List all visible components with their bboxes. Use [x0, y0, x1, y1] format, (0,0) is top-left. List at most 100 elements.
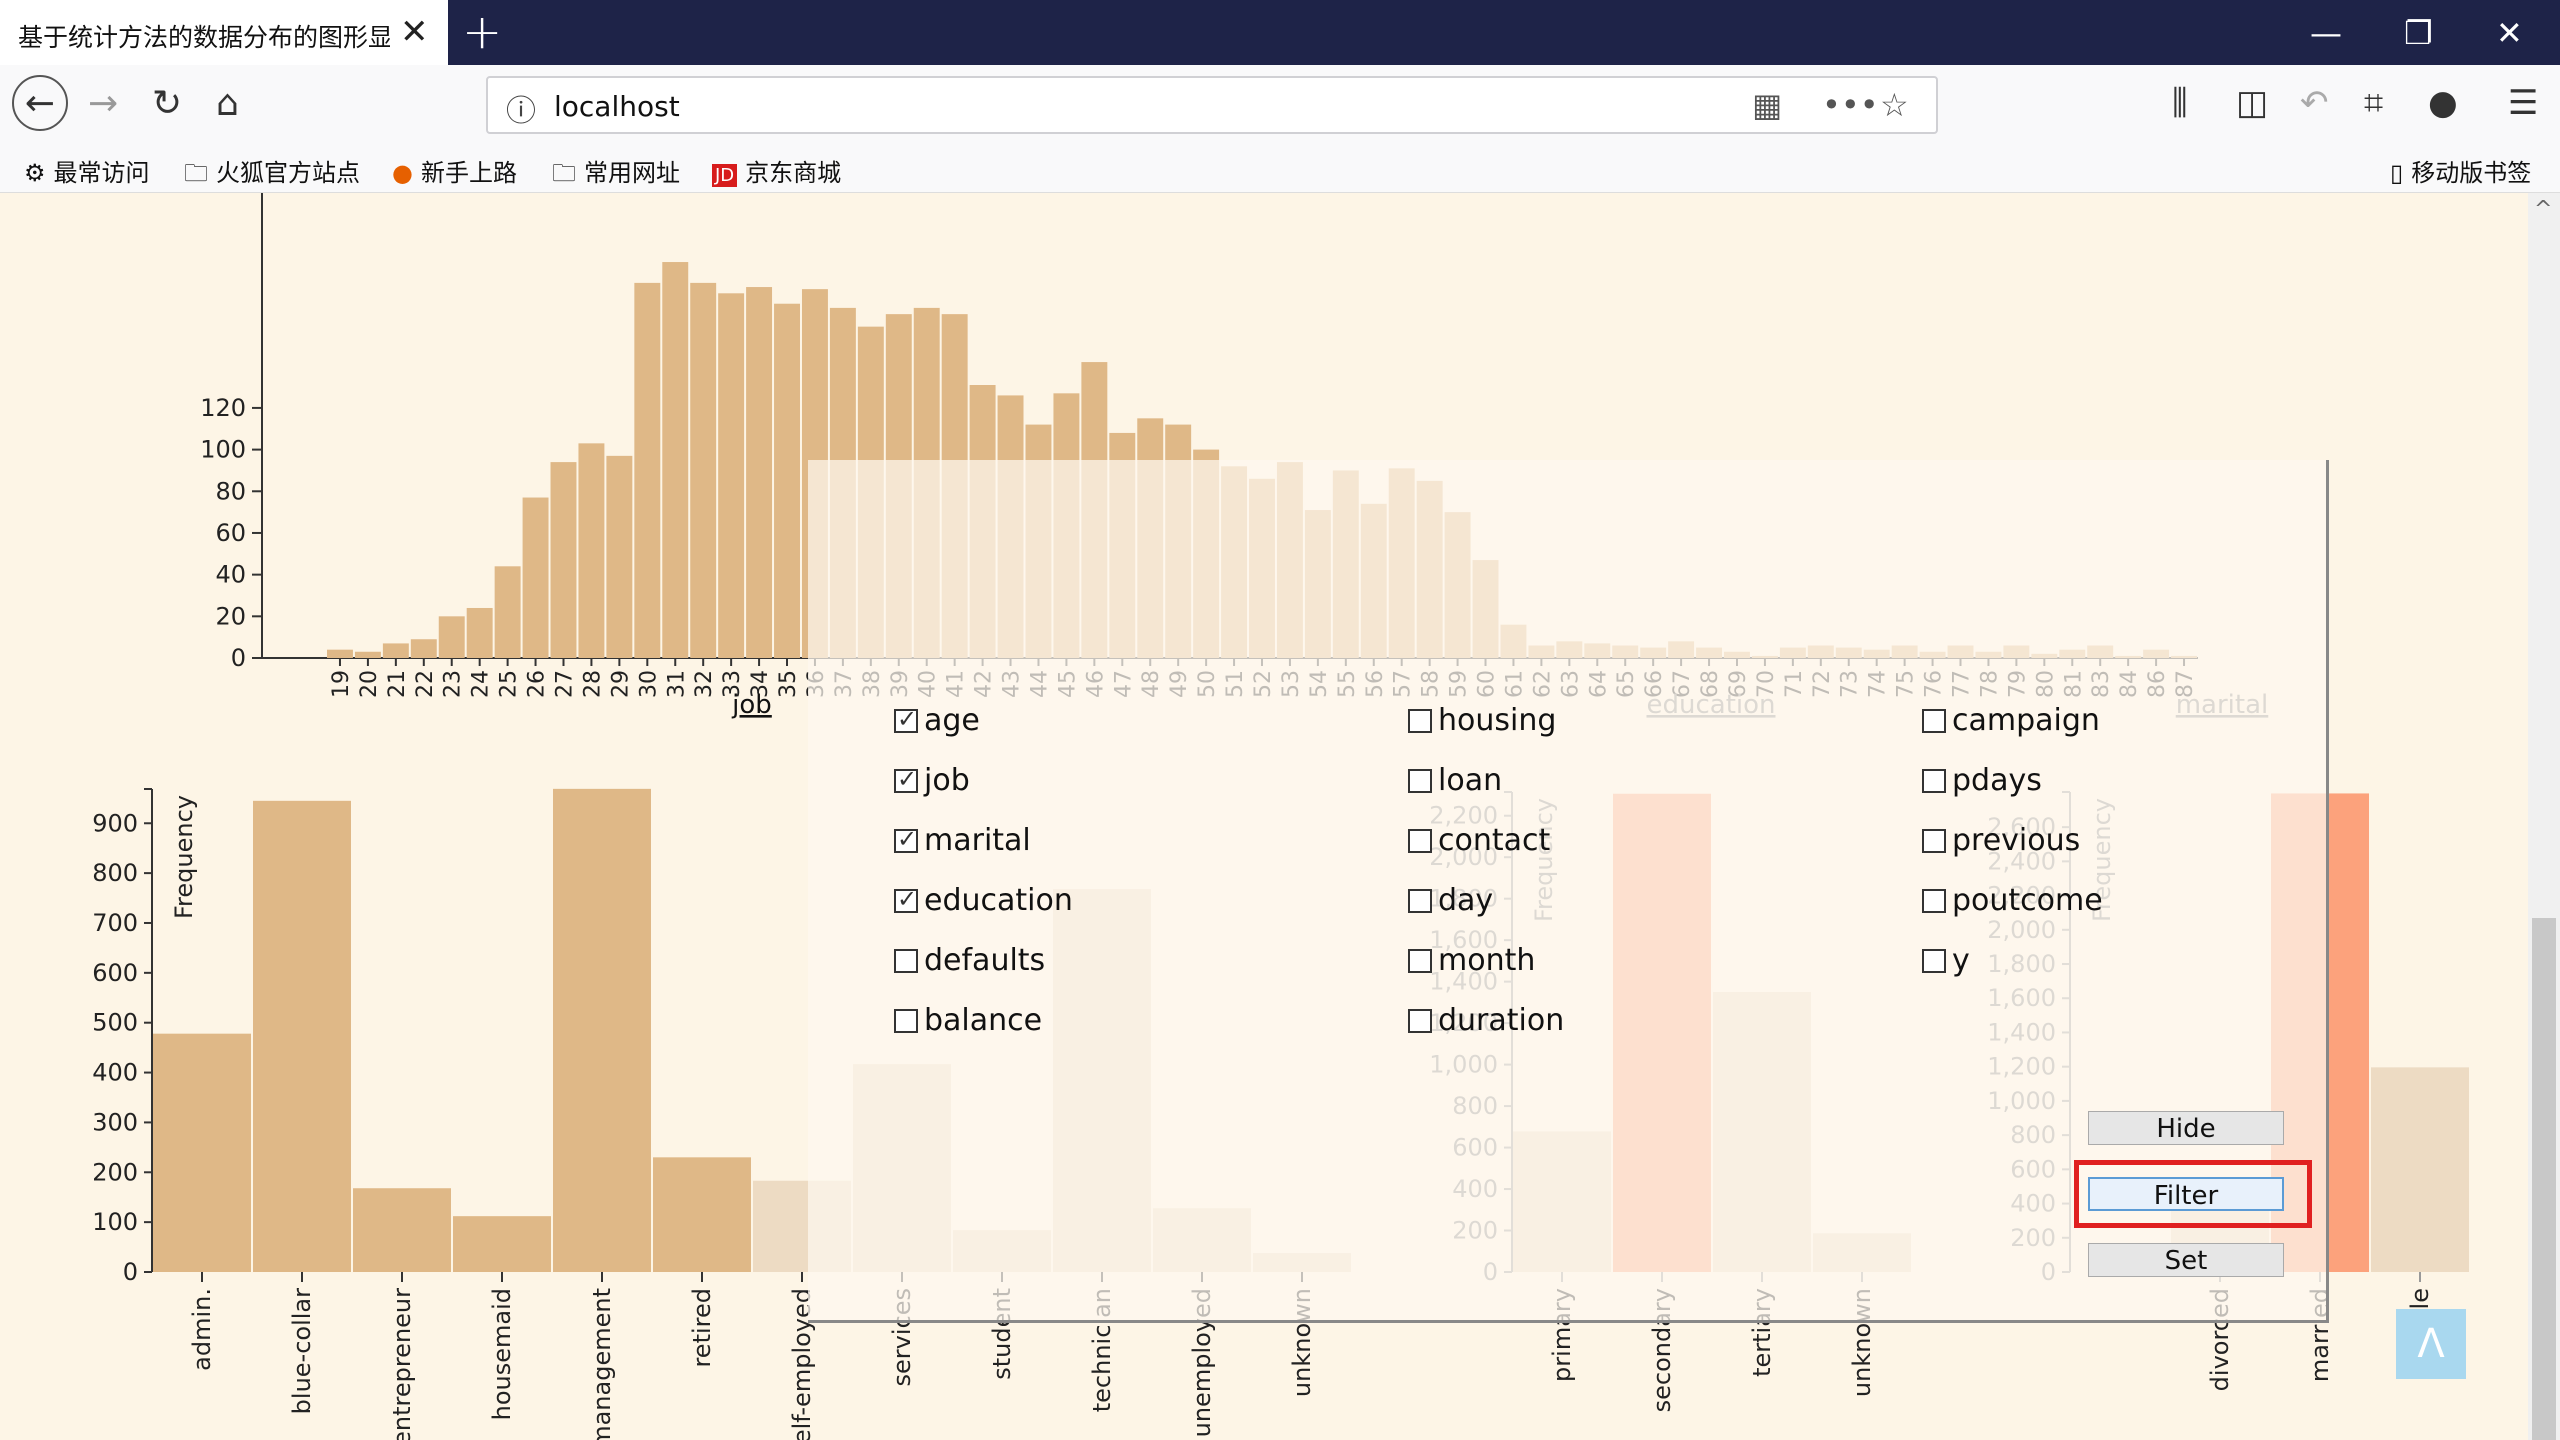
qr-code-icon[interactable]: ▦: [1752, 86, 1782, 124]
age-y-tick-label: 120: [200, 394, 246, 422]
checkbox-box[interactable]: [1922, 949, 1946, 973]
checkbox-day[interactable]: day: [1408, 883, 1493, 918]
checkbox-balance[interactable]: balance: [894, 1003, 1042, 1038]
checkbox-month[interactable]: month: [1408, 943, 1535, 978]
checkbox-duration[interactable]: duration: [1408, 1003, 1564, 1038]
job-x-tick-label: admin.: [188, 1288, 216, 1371]
checkbox-age[interactable]: age: [894, 703, 980, 738]
checkbox-housing[interactable]: housing: [1408, 703, 1556, 738]
chat-icon[interactable]: ●: [2428, 83, 2458, 123]
scroll-thumb[interactable]: [2532, 918, 2556, 1440]
checkbox-education[interactable]: education: [894, 883, 1073, 918]
checkbox-box[interactable]: [1408, 889, 1432, 913]
checkbox-label: balance: [924, 1003, 1043, 1038]
age-x-tick-label: 24: [469, 670, 494, 698]
checkbox-box[interactable]: [1408, 709, 1432, 733]
age-x-tick-label: 28: [580, 670, 605, 698]
back-to-top-button[interactable]: Λ: [2396, 1309, 2466, 1379]
checkbox-defaults[interactable]: defaults: [894, 943, 1045, 978]
checkbox-box[interactable]: [1408, 829, 1432, 853]
back-icon[interactable]: ←: [12, 75, 68, 131]
job-bar: [153, 1033, 251, 1272]
checkbox-box[interactable]: [894, 765, 918, 793]
checkbox-box[interactable]: [1922, 709, 1946, 733]
library-icon[interactable]: ⫼: [2172, 83, 2188, 123]
checkbox-loan[interactable]: loan: [1408, 763, 1502, 798]
nav-bar: ← → ↻ ⌂ ⓘ localhost ▦ ••• ☆ ⫼ ◫ ↶ ⌗ ● ☰: [0, 65, 2560, 148]
checkbox-poutcome[interactable]: poutcome: [1922, 883, 2103, 918]
scroll-up-icon[interactable]: ^: [2534, 197, 2552, 222]
checkbox-contact[interactable]: contact: [1408, 823, 1550, 858]
more-icon[interactable]: •••: [1822, 86, 1879, 124]
checkbox-box[interactable]: [1922, 769, 1946, 793]
folder-icon: 🗀: [552, 159, 576, 187]
checkbox-label: previous: [1952, 823, 2081, 858]
checkbox-label: housing: [1438, 703, 1557, 738]
bookmark-star-icon[interactable]: ☆: [1880, 86, 1909, 124]
checkbox-campaign[interactable]: campaign: [1922, 703, 2100, 738]
checkbox-box[interactable]: [894, 1009, 918, 1033]
crop-icon[interactable]: ⌗: [2364, 83, 2383, 123]
jd-icon: JD: [712, 164, 738, 187]
job-bar: [453, 1216, 551, 1272]
bookmark-most-visited[interactable]: ⚙ 最常访问: [24, 153, 150, 188]
checkbox-box[interactable]: [1408, 769, 1432, 793]
age-y-tick-label: 60: [215, 519, 246, 547]
checkbox-label: campaign: [1952, 703, 2100, 738]
home-icon[interactable]: ⌂: [216, 83, 239, 124]
age-y-tick-label: 40: [215, 561, 246, 589]
url-text[interactable]: localhost: [554, 90, 680, 123]
close-tab-icon[interactable]: ✕: [400, 12, 429, 52]
age-x-tick-label: 31: [664, 670, 689, 698]
checkbox-job[interactable]: job: [894, 763, 970, 798]
folder-icon: 🗀: [184, 159, 208, 187]
minimize-icon[interactable]: —: [2310, 14, 2342, 52]
checkbox-pdays[interactable]: pdays: [1922, 763, 2042, 798]
undo-icon[interactable]: ↶: [2300, 83, 2329, 123]
url-bar[interactable]: ⓘ localhost ▦ ••• ☆: [486, 76, 1938, 134]
checkbox-previous[interactable]: previous: [1922, 823, 2080, 858]
reload-icon[interactable]: ↻: [152, 83, 182, 124]
browser-tab[interactable]: 基于统计方法的数据分布的图形显示 ✕: [0, 0, 448, 65]
checkbox-label: loan: [1438, 763, 1503, 798]
checkbox-box[interactable]: [894, 885, 918, 913]
close-window-icon[interactable]: ✕: [2496, 14, 2523, 52]
job-y-tick-label: 400: [92, 1059, 138, 1087]
restore-icon[interactable]: ❐: [2404, 14, 2433, 52]
job-x-tick-label: entrepreneur: [388, 1288, 416, 1440]
checkbox-marital[interactable]: marital: [894, 823, 1031, 858]
menu-icon[interactable]: ☰: [2508, 83, 2538, 123]
checkbox-label: poutcome: [1952, 883, 2103, 918]
age-bar: [494, 566, 521, 658]
highlight-box: [2074, 1160, 2312, 1228]
checkbox-box[interactable]: [1408, 1009, 1432, 1033]
age-bar: [662, 262, 689, 658]
checkbox-box[interactable]: [894, 825, 918, 853]
age-bar: [438, 616, 465, 658]
info-icon[interactable]: ⓘ: [506, 86, 536, 130]
checkbox-box[interactable]: [894, 949, 918, 973]
new-tab-icon[interactable]: +: [462, 4, 502, 60]
checkbox-box[interactable]: [1408, 949, 1432, 973]
bookmark-mobile[interactable]: ▯ 移动版书签: [2390, 153, 2531, 188]
age-x-tick-label: 19: [329, 670, 354, 698]
age-x-tick-label: 27: [552, 670, 577, 698]
checkbox-label: marital: [924, 823, 1031, 858]
checkbox-box[interactable]: [1922, 889, 1946, 913]
job-y-tick-label: 800: [92, 859, 138, 887]
checkbox-label: age: [924, 703, 980, 738]
age-y-tick-label: 0: [231, 644, 246, 672]
hide-button[interactable]: Hide: [2088, 1111, 2284, 1145]
bookmark-getting-started[interactable]: ● 新手上路: [392, 153, 517, 188]
checkbox-box[interactable]: [894, 705, 918, 733]
set-button[interactable]: Set: [2088, 1243, 2284, 1277]
mobile-icon: ▯: [2390, 159, 2404, 187]
checkbox-box[interactable]: [1922, 829, 1946, 853]
forward-icon[interactable]: →: [88, 83, 118, 124]
bookmark-firefox[interactable]: 🗀 火狐官方站点: [184, 153, 360, 197]
sidebar-icon[interactable]: ◫: [2236, 83, 2268, 123]
bookmark-jd[interactable]: JD 京东商城: [712, 153, 841, 188]
checkbox-y[interactable]: y: [1922, 943, 1970, 978]
scrollbar[interactable]: ^: [2528, 193, 2560, 1440]
bookmark-common-sites[interactable]: 🗀 常用网址: [552, 153, 680, 197]
